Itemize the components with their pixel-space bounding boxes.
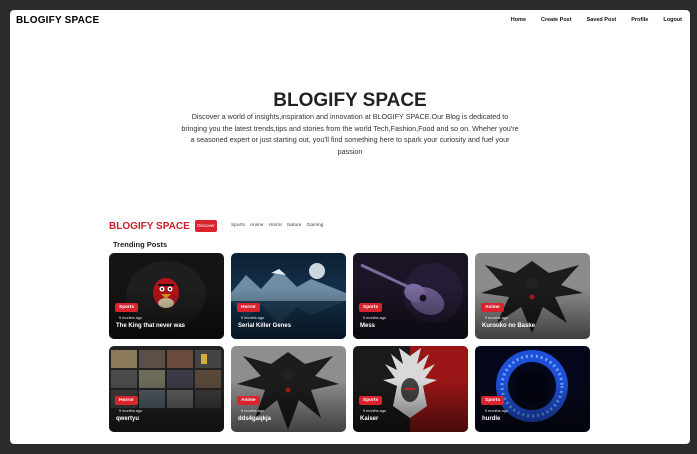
post-time: 9 months ago — [241, 316, 265, 320]
post-time: 9 months ago — [485, 409, 509, 413]
post-card[interactable]: Anime 9 months ago dds4gaqkja — [231, 346, 346, 432]
category-nature-link[interactable]: Nature — [287, 223, 301, 228]
discover-button[interactable]: Discover — [195, 220, 217, 232]
post-card[interactable]: Horror 9 months ago Serial Killer Genes — [231, 253, 346, 339]
post-card[interactable]: Sports 9 months ago hurdle — [475, 346, 590, 432]
post-time: 9 months ago — [363, 409, 387, 413]
post-time: 9 months ago — [241, 409, 265, 413]
post-time: 9 months ago — [485, 316, 509, 320]
post-title[interactable]: Serial Killer Genes — [238, 323, 291, 329]
category-badge[interactable]: Anime — [237, 396, 260, 405]
brand-logo[interactable]: BLOGIFY SPACE — [16, 15, 99, 26]
post-card[interactable]: Sports 9 months ago Kaiser — [353, 346, 468, 432]
category-badge[interactable]: Sports — [481, 396, 505, 405]
post-title[interactable]: The King that never was — [116, 323, 185, 329]
post-title[interactable]: dds4gaqkja — [238, 416, 271, 422]
post-time: 9 months ago — [119, 316, 143, 320]
post-title[interactable]: qwertyu — [116, 416, 139, 422]
post-title[interactable]: Mess — [360, 323, 375, 329]
post-title[interactable]: Kurouko no Baske — [482, 323, 535, 329]
section-brand: BLOGIFY SPACE — [109, 221, 190, 232]
trending-heading: Trending Posts — [113, 240, 168, 249]
category-anime-link[interactable]: Anime — [250, 223, 264, 228]
post-card[interactable]: Sports 9 months ago The King that never … — [109, 253, 224, 339]
category-badge[interactable]: Horror — [237, 303, 260, 312]
category-badge[interactable]: Horror — [115, 396, 138, 405]
post-time: 9 months ago — [119, 409, 143, 413]
post-time: 9 months ago — [363, 316, 387, 320]
section-header: BLOGIFY SPACE Discover Sports Anime Horr… — [109, 220, 589, 234]
nav-menu: Home Create Post Saved Post Profile Logo… — [511, 17, 682, 23]
category-horror-link[interactable]: Horror — [268, 223, 282, 228]
category-badge[interactable]: Sports — [115, 303, 139, 312]
post-title[interactable]: Kaiser — [360, 416, 378, 422]
top-navbar: BLOGIFY SPACE Home Create Post Saved Pos… — [10, 10, 690, 32]
category-gaming-link[interactable]: Gaming — [306, 223, 323, 228]
category-badge[interactable]: Anime — [481, 303, 504, 312]
nav-home-link[interactable]: Home — [511, 17, 526, 23]
nav-logout-link[interactable]: Logout — [663, 17, 682, 23]
nav-create-post-link[interactable]: Create Post — [541, 17, 572, 23]
post-card[interactable]: Anime 9 months ago Kurouko no Baske — [475, 253, 590, 339]
post-title[interactable]: hurdle — [482, 416, 500, 422]
nav-profile-link[interactable]: Profile — [631, 17, 648, 23]
category-badge[interactable]: Sports — [359, 303, 383, 312]
app-window: BLOGIFY SPACE Home Create Post Saved Pos… — [10, 10, 690, 444]
post-card[interactable]: Horror 9 months ago qwertyu — [109, 346, 224, 432]
post-card[interactable]: Sports 9 months ago Mess — [353, 253, 468, 339]
hero-description: Discover a world of insights,inspiration… — [181, 112, 519, 156]
hero-title: BLOGIFY SPACE — [273, 90, 427, 111]
nav-saved-post-link[interactable]: Saved Post — [587, 17, 617, 23]
category-sports-link[interactable]: Sports — [231, 223, 245, 228]
category-badge[interactable]: Sports — [359, 396, 383, 405]
category-links: Sports Anime Horror Nature Gaming — [231, 223, 323, 228]
